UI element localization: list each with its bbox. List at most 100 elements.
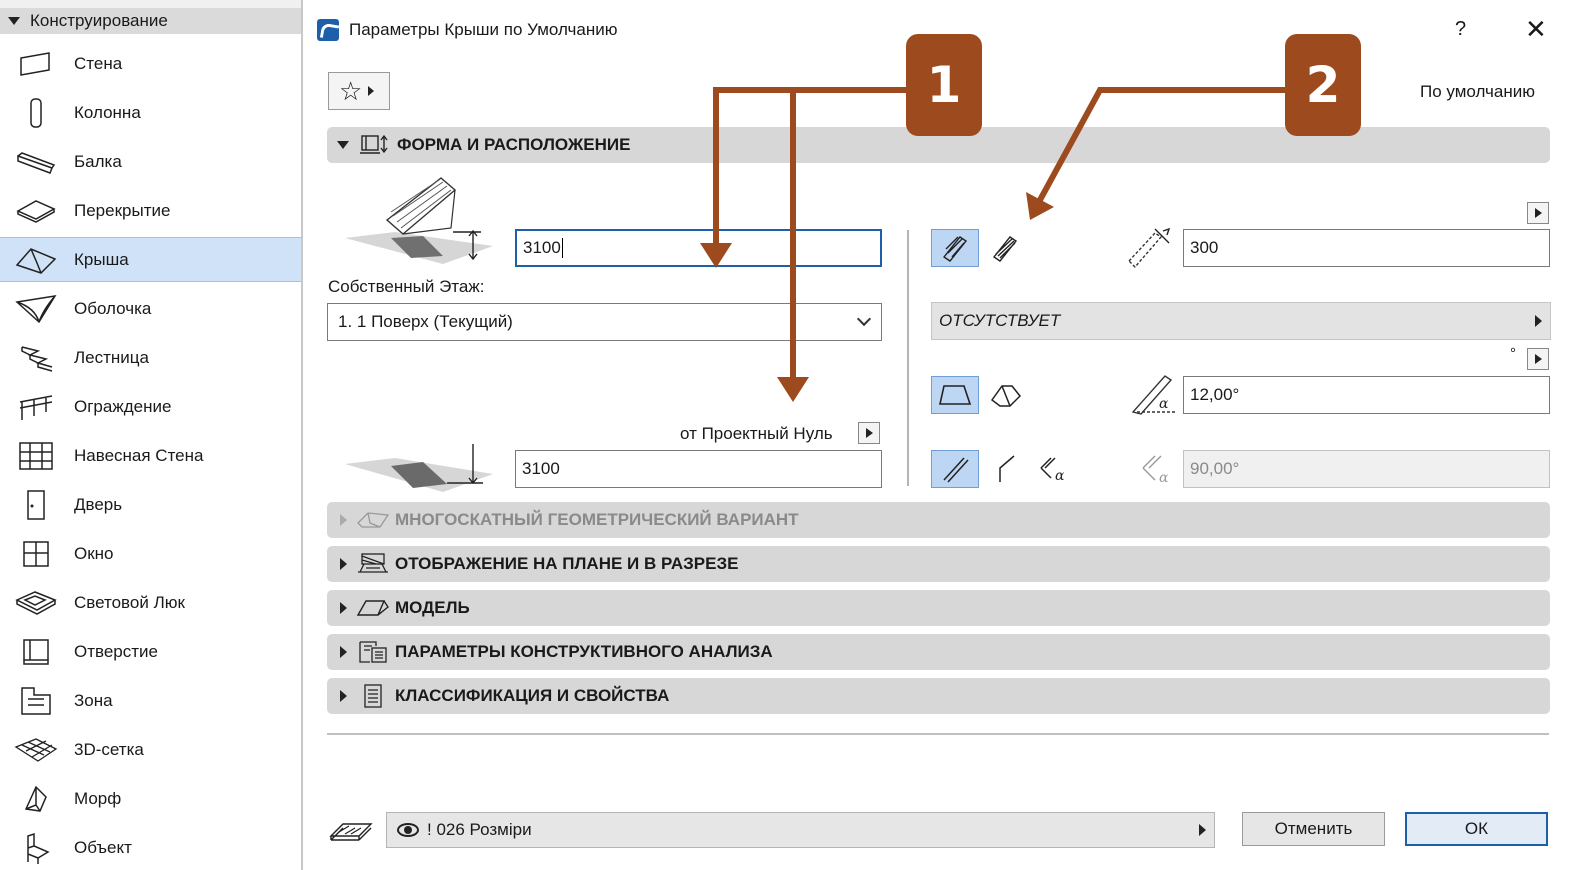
panel-title: ФОРМА И РАСПОЛОЖЕНИЕ: [397, 135, 631, 154]
wall-icon: [14, 47, 58, 81]
building-material-selector[interactable]: ОТСУТСТВУЕТ: [931, 302, 1551, 340]
sidebar-section-header[interactable]: Конструирование: [0, 8, 301, 34]
panel-header-classification-properties[interactable]: КЛАССИФИКАЦИЯ И СВОЙСТВА: [327, 678, 1550, 714]
callout-badge-2: 2: [1285, 34, 1361, 136]
multi-plane-roof-icon: [355, 507, 391, 533]
door-icon: [14, 488, 58, 522]
panel-header-model[interactable]: МОДЕЛЬ: [327, 590, 1550, 626]
sidebar-item-label: Объект: [74, 837, 132, 857]
sidebar-item-shell[interactable]: Оболочка: [0, 286, 301, 331]
collapsed-triangle-icon: [340, 646, 347, 658]
classification-icon: [355, 683, 391, 709]
roof-thickness-input[interactable]: 300: [1183, 229, 1550, 267]
sidebar-item-beam[interactable]: Балка: [0, 139, 301, 184]
close-icon[interactable]: ✕: [1525, 14, 1547, 45]
sidebar-item-morph[interactable]: Морф: [0, 776, 301, 821]
default-label: По умолчанию: [1420, 82, 1535, 101]
pitch-height-icon: [990, 385, 1022, 407]
sidebar-item-door[interactable]: Дверь: [0, 482, 301, 527]
panel-title: МНОГОСКАТНЫЙ ГЕОМЕТРИЧЕСКИЙ ВАРИАНТ: [395, 510, 799, 529]
layer-name: ! 026 Розміри: [427, 820, 532, 839]
home-story-value: 1. 1 Поверх (Текущий): [338, 312, 513, 331]
sidebar-item-column[interactable]: Колонна: [0, 90, 301, 135]
dialog-title: Параметры Крыши по Умолчанию: [349, 20, 618, 39]
edge-custom-angle-icon: α: [1040, 457, 1065, 484]
sidebar-item-label: Стена: [74, 53, 123, 73]
home-story-dropdown[interactable]: 1. 1 Поверх (Текущий): [327, 303, 882, 341]
right-panel-flyout-button[interactable]: [1527, 202, 1549, 224]
window-icon: [14, 537, 58, 571]
sidebar-top-strip: [0, 0, 301, 8]
sidebar-item-label: Лестница: [74, 347, 149, 367]
layer-selector[interactable]: ! 026 Розміри: [386, 812, 1215, 848]
sidebar-item-railing[interactable]: Ограждение: [0, 384, 301, 429]
sidebar-item-label: Зона: [74, 690, 113, 710]
edge-plumb-icon: [999, 455, 1015, 482]
favorites-button[interactable]: ☆: [328, 72, 390, 110]
shape-positioning-icon: [357, 132, 393, 158]
roof-top-height-value: 3100: [523, 238, 561, 257]
angle-flyout-button[interactable]: [1527, 348, 1549, 370]
structure-composite-toggle[interactable]: [981, 229, 1029, 267]
collapsed-triangle-icon: [340, 514, 347, 526]
roof-top-height-input[interactable]: 3100: [515, 229, 882, 267]
svg-text:α: α: [1159, 470, 1169, 486]
archicad-logo-icon: [317, 19, 339, 41]
collapsed-triangle-icon: [340, 558, 347, 570]
shell-icon: [14, 292, 58, 326]
sidebar-item-window[interactable]: Окно: [0, 531, 301, 576]
sidebar-item-curtain-wall[interactable]: Навесная Стена: [0, 433, 301, 478]
eye-icon: [397, 823, 419, 837]
sidebar-item-skylight[interactable]: Световой Люк: [0, 580, 301, 625]
basic-structure-icon: [942, 236, 968, 262]
edge-vertical-toggle[interactable]: [931, 450, 979, 488]
layer-icon: [329, 823, 373, 841]
sidebar-item-label: Отверстие: [74, 641, 158, 661]
star-icon: ☆: [339, 76, 363, 106]
sidebar-item-label: Навесная Стена: [74, 445, 204, 465]
chevron-down-icon: [856, 311, 872, 327]
degree-unit-label: °: [1510, 345, 1516, 362]
sidebar-item-zone[interactable]: Зона: [0, 678, 301, 723]
reference-level-flyout-button[interactable]: [858, 422, 880, 444]
pitch-height-mode-toggle[interactable]: [981, 376, 1029, 414]
panel-title: МОДЕЛЬ: [395, 598, 470, 617]
sidebar-item-label: Ограждение: [74, 396, 172, 416]
flyout-arrow-icon: [1535, 315, 1542, 327]
trapezoid-pitch-icon: [939, 385, 972, 405]
mesh-icon: [14, 733, 58, 767]
object-icon: [14, 831, 58, 865]
roof-pitch-input[interactable]: 12,00°: [1183, 376, 1550, 414]
stair-icon: [14, 341, 58, 375]
pitch-input-mode-toggle[interactable]: [931, 376, 979, 414]
sidebar-item-label: Морф: [74, 788, 122, 808]
skylight-icon: [14, 586, 58, 620]
sidebar-item-object[interactable]: Объект: [0, 825, 301, 870]
floor-plan-section-icon: [355, 551, 391, 577]
flyout-arrow-icon: [865, 428, 873, 438]
cancel-button[interactable]: Отменить: [1242, 812, 1385, 846]
structure-basic-toggle[interactable]: [931, 229, 979, 267]
sidebar-item-wall[interactable]: Стена: [0, 41, 301, 86]
edge-plumb-toggle[interactable]: [983, 450, 1031, 488]
edge-angle-icon: α: [1142, 455, 1169, 486]
roof-bottom-elevation-input[interactable]: 3100: [515, 450, 882, 488]
panel-header-structural-analysis[interactable]: ПАРАМЕТРЫ КОНСТРУКТИВНОГО АНАЛИЗА: [327, 634, 1550, 670]
sidebar-item-roof[interactable]: Крыша: [0, 237, 301, 282]
panel-header-floor-plan-section[interactable]: ОТОБРАЖЕНИЕ НА ПЛАНЕ И В РАЗРЕЗЕ: [327, 546, 1550, 582]
sidebar-item-label: Крыша: [74, 249, 129, 269]
model-icon: [355, 595, 391, 621]
footer-divider: [327, 733, 1549, 735]
sidebar-item-stair[interactable]: Лестница: [0, 335, 301, 380]
flyout-arrow-icon: [368, 86, 375, 96]
sidebar-item-opening[interactable]: Отверстие: [0, 629, 301, 674]
ok-button[interactable]: ОК: [1405, 812, 1548, 846]
building-material-value: ОТСУТСТВУЕТ: [939, 311, 1061, 330]
reference-level-label: от Проектный Нуль: [680, 424, 833, 443]
sidebar-item-slab[interactable]: Перекрытие: [0, 188, 301, 233]
sidebar-item-label: Оболочка: [74, 298, 152, 318]
sidebar-item-mesh[interactable]: 3D-сетка: [0, 727, 301, 772]
help-button[interactable]: ?: [1455, 18, 1466, 41]
roof-bottom-elevation-diagram-icon: [345, 444, 493, 492]
edge-custom-angle-toggle[interactable]: α: [1031, 450, 1079, 488]
